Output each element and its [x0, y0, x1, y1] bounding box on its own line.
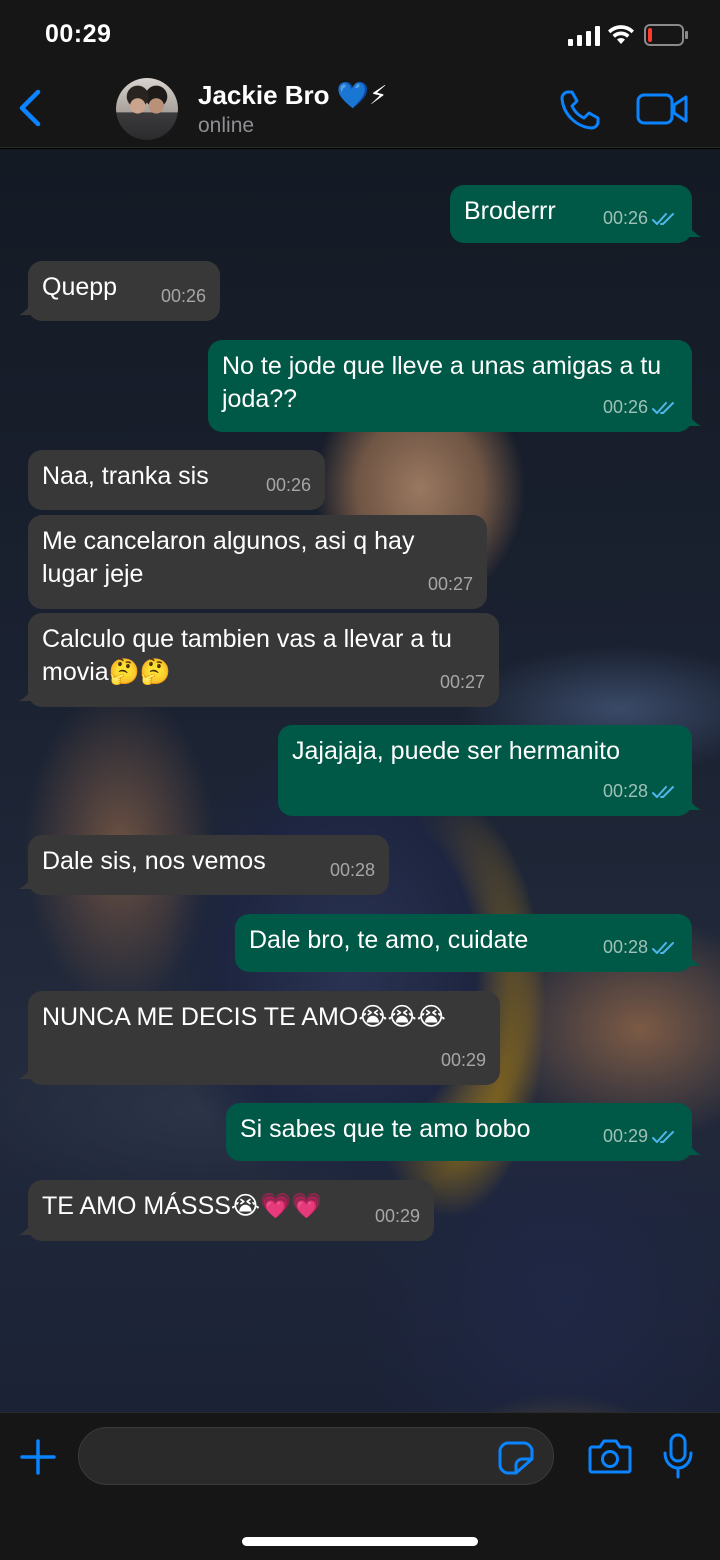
message-meta: 00:29 [441, 1044, 486, 1077]
message-time: 00:26 [602, 208, 648, 228]
message-input[interactable] [78, 1427, 554, 1485]
read-receipt-icon [652, 401, 674, 414]
message-text: Dale sis, nos vemos [42, 847, 266, 875]
message-meta: 00:28 [603, 931, 678, 964]
message-time: 00:29 [374, 1206, 420, 1226]
bubble-tail [19, 1065, 33, 1079]
read-receipt-icon [652, 785, 674, 798]
bubble-tail [19, 1221, 33, 1235]
incoming-message-bubble[interactable]: Calculo que tambien vas a llevar a tu mo… [19, 613, 499, 707]
outgoing-message-bubble[interactable]: Jajajaja, puede ser hermanito 00:28 [278, 725, 701, 816]
message-meta: 00:26 [603, 202, 678, 235]
message-meta: 00:26 [603, 391, 678, 424]
message-time: 00:28 [329, 860, 375, 880]
outgoing-message-bubble[interactable]: No te jode que lleve a unas amigas a tu … [208, 340, 701, 432]
home-indicator [242, 1537, 478, 1546]
wifi-icon [608, 25, 634, 44]
message-text: Calculo que tambien vas a llevar a tu mo… [42, 625, 452, 686]
bubble-tail [19, 875, 33, 889]
read-receipt-icon [652, 212, 674, 225]
bubble-tail [687, 1141, 701, 1155]
status-time: 00:29 [45, 20, 112, 48]
cellular-signal-icon [568, 26, 600, 46]
message-meta: 00:29 [603, 1120, 678, 1153]
outgoing-message-bubble[interactable]: Si sabes que te amo bobo 00:29 [226, 1103, 701, 1161]
message-meta: 00:28 [330, 854, 375, 887]
contact-status: online [198, 114, 255, 137]
message-time: 00:28 [602, 937, 648, 957]
chat-area[interactable]: Broderrr 00:26 Quepp 00:26 No te jode que ll… [0, 149, 720, 1412]
message-text: Me cancelaron algunos, asi q hay lugar j… [42, 527, 415, 588]
message-meta: 00:27 [428, 568, 473, 601]
message-text: TE AMO MÁSSS😭💗💗 [42, 1192, 323, 1220]
incoming-message-bubble[interactable]: Dale sis, nos vemos 00:28 [19, 835, 389, 895]
message-meta: 00:26 [266, 469, 311, 502]
message-meta: 00:28 [603, 775, 678, 808]
microphone-icon[interactable] [662, 1433, 694, 1479]
outgoing-message-bubble[interactable]: Dale bro, te amo, cuidate 00:28 [235, 914, 701, 972]
video-camera-icon[interactable] [636, 92, 688, 126]
status-bar: 00:29 [0, 0, 720, 70]
plus-icon[interactable] [20, 1439, 56, 1475]
bubble-tail [19, 301, 33, 315]
message-time: 00:27 [427, 574, 473, 594]
bubble-tail [687, 796, 701, 810]
bubble-tail [687, 223, 701, 237]
message-time: 00:29 [440, 1050, 486, 1070]
message-meta: 00:27 [440, 666, 485, 699]
chat-header: Jackie Bro 💙⚡ online [0, 70, 720, 148]
bubble-tail [19, 687, 33, 701]
phone-icon[interactable] [558, 88, 602, 132]
bubble-tail [687, 412, 701, 426]
camera-icon[interactable] [588, 1437, 632, 1475]
bubble-tail [687, 952, 701, 966]
battery-low-icon [644, 24, 688, 46]
message-time: 00:28 [602, 781, 648, 801]
back-chevron-icon[interactable] [14, 86, 46, 130]
outgoing-message-bubble[interactable]: Broderrr 00:26 [450, 185, 701, 243]
incoming-message-bubble[interactable]: TE AMO MÁSSS😭💗💗 00:29 [19, 1180, 434, 1241]
incoming-message-bubble[interactable]: Naa, tranka sis 00:26 [28, 450, 325, 510]
read-receipt-icon [652, 1130, 674, 1143]
contact-name[interactable]: Jackie Bro 💙⚡ [198, 80, 387, 111]
read-receipt-icon [652, 941, 674, 954]
message-text: NUNCA ME DECIS TE AMO😭😭😭 [42, 1003, 446, 1031]
message-time: 00:29 [602, 1126, 648, 1146]
message-meta: 00:29 [375, 1200, 420, 1233]
incoming-message-bubble[interactable]: Me cancelaron algunos, asi q hay lugar j… [28, 515, 487, 609]
sticker-icon[interactable] [498, 1441, 534, 1475]
contact-avatar[interactable] [116, 78, 178, 140]
message-time: 00:26 [602, 397, 648, 417]
incoming-message-bubble[interactable]: Quepp 00:26 [19, 261, 220, 321]
message-time: 00:26 [160, 286, 206, 306]
message-meta: 00:26 [161, 280, 206, 313]
message-time: 00:27 [439, 672, 485, 692]
message-text: Jajajaja, puede ser hermanito [292, 737, 620, 765]
input-bar [0, 1412, 720, 1560]
message-time: 00:26 [265, 475, 311, 495]
incoming-message-bubble[interactable]: NUNCA ME DECIS TE AMO😭😭😭 00:29 [19, 991, 500, 1085]
